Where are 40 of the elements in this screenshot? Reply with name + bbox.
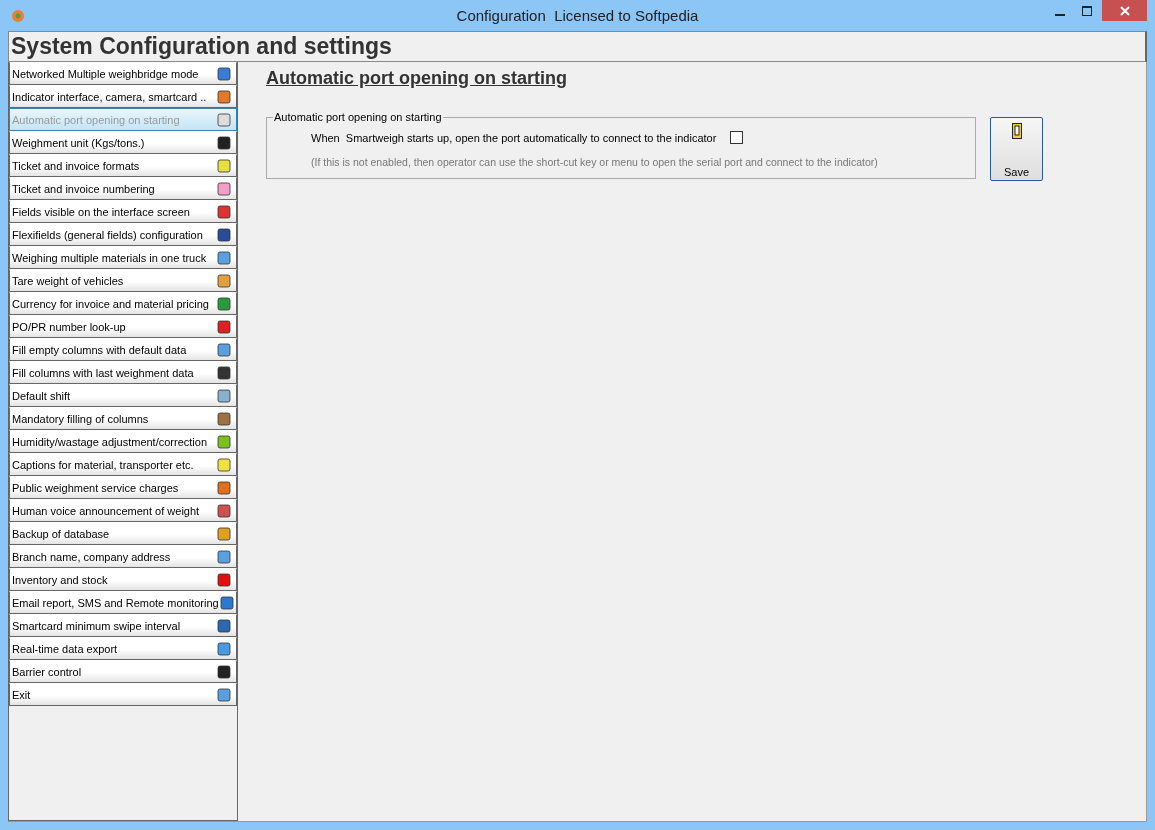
sidebar-item[interactable]: Default shift: [9, 384, 237, 407]
sidebar-item[interactable]: Humidity/wastage adjustment/correction: [9, 430, 237, 453]
option-label: When Smartweigh starts up, open the port automatically to connect to the indicator: [311, 131, 717, 144]
sidebar-item[interactable]: Smartcard minimum swipe interval: [9, 614, 237, 637]
sidebar-item[interactable]: Exit: [9, 683, 237, 706]
sidebar-item[interactable]: Networked Multiple weighbridge mode: [9, 62, 237, 85]
sidebar-item[interactable]: Weighing multiple materials in one truck: [9, 246, 237, 269]
sidebar-item[interactable]: Branch name, company address: [9, 545, 237, 568]
sidebar-item[interactable]: Fields visible on the interface screen: [9, 200, 237, 223]
close-button[interactable]: [1102, 0, 1147, 21]
minimize-icon: [1054, 13, 1065, 16]
sidebar-item[interactable]: Ticket and invoice numbering: [9, 177, 237, 200]
sidebar-item[interactable]: Fill columns with last weighment data: [9, 361, 237, 384]
maximize-icon: [1081, 5, 1092, 16]
sidebar-item[interactable]: Email report, SMS and Remote monitoring: [9, 591, 237, 614]
sidebar-item[interactable]: Tare weight of vehicles: [9, 269, 237, 292]
sidebar-item[interactable]: PO/PR number look-up: [9, 315, 237, 338]
hint-text: (If this is not enabled, then operator can use the short-cut key or menu to open the serial port and connect to the indicator): [311, 156, 879, 168]
sidebar-item[interactable]: Public weighment service charges: [9, 476, 237, 499]
sidebar-item[interactable]: Indicator interface, camera, smartcard ..: [9, 85, 237, 108]
save-button[interactable]: Save: [990, 117, 1043, 181]
save-icon: [1011, 123, 1022, 139]
sidebar-item[interactable]: Mandatory filling of columns: [9, 407, 237, 430]
sidebar-item[interactable]: Real-time data export: [9, 637, 237, 660]
sidebar-item[interactable]: Barrier control: [9, 660, 237, 683]
sidebar-item[interactable]: Weighment unit (Kgs/tons.): [9, 131, 237, 154]
header-title: System Configuration and settings: [8, 31, 1147, 62]
sidebar-item[interactable]: Flexifields (general fields) configuration: [9, 223, 237, 246]
sidebar-item[interactable]: Ticket and invoice formats: [9, 154, 237, 177]
sidebar-item[interactable]: Captions for material, transporter etc.: [9, 453, 237, 476]
sidebar-item[interactable]: Currency for invoice and material pricing: [9, 292, 237, 315]
sidebar-item[interactable]: Backup of database: [9, 522, 237, 545]
sidebar-item[interactable]: Human voice announcement of weight: [9, 499, 237, 522]
group-legend: Automatic port opening on starting: [273, 111, 443, 123]
sidebar-item[interactable]: Inventory and stock: [9, 568, 237, 591]
close-icon: [1119, 5, 1130, 16]
section-heading: Automatic port opening on starting: [266, 68, 567, 89]
sidebar-item[interactable]: Fill empty columns with default data: [9, 338, 237, 361]
checkbox[interactable]: [730, 131, 744, 144]
window-title: Configuration Licensed to Softpedia: [455, 7, 700, 24]
